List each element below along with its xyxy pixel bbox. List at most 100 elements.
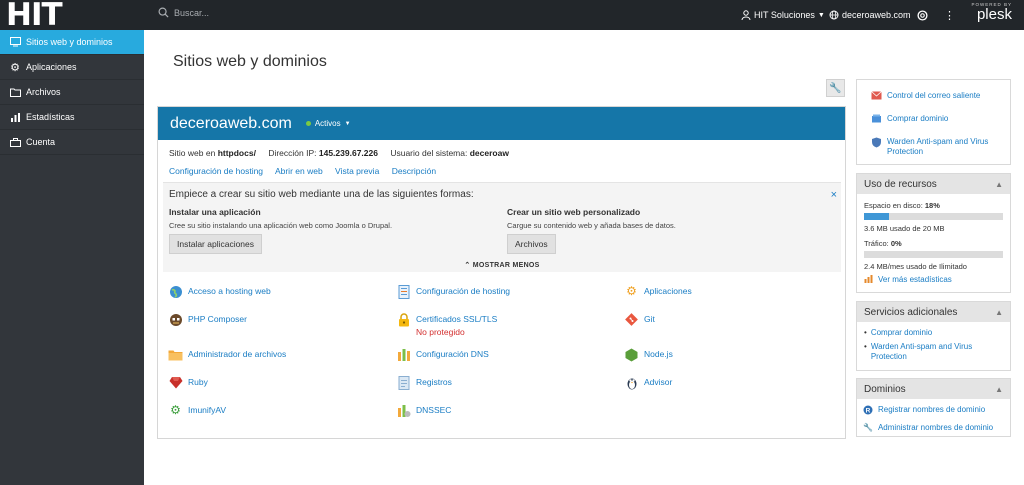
tool-git[interactable]: Git <box>624 312 655 327</box>
sidebar-item-applications[interactable]: ⚙ Aplicaciones <box>0 55 144 80</box>
domain-quick-links: Configuración de hosting Abrir en web Vi… <box>169 166 446 176</box>
customize-button[interactable]: 🔧 <box>826 79 845 97</box>
install-apps-button[interactable]: Instalar aplicaciones <box>169 234 263 254</box>
site-label: Sitio web en <box>169 148 216 158</box>
custom-site-option: Crear un sitio web personalizado Cargue … <box>507 207 676 254</box>
ip-value: 145.239.67.226 <box>318 148 378 158</box>
logs-icon <box>396 375 411 390</box>
manage-domains-link[interactable]: 🔧 Administrar nombres de dominio <box>863 423 1004 433</box>
quick-actions-panel: Control del correo saliente Comprar domi… <box>856 79 1011 165</box>
chevron-down-icon: ▼ <box>344 120 351 127</box>
search-icon <box>158 7 169 18</box>
domains-header[interactable]: Dominios ▲ <box>857 379 1010 399</box>
sidebar-item-files[interactable]: Archivos <box>0 80 144 105</box>
domain-card: deceroaweb.com Activos ▼ Sitio web en ht… <box>157 106 846 439</box>
sidebar-item-account[interactable]: Cuenta <box>0 130 144 155</box>
tool-logs[interactable]: Registros <box>396 375 452 390</box>
mail-icon <box>871 91 882 103</box>
status-label: Activos <box>314 119 341 128</box>
domains-title: Dominios <box>864 383 906 395</box>
tool-label: Acceso a hosting web <box>188 286 271 296</box>
search-box[interactable]: Buscar... <box>158 7 209 18</box>
warden-icon <box>871 137 882 151</box>
tool-advisor[interactable]: Advisor <box>624 375 672 390</box>
show-less-toggle[interactable]: ⌃ MOSTRAR MENOS <box>163 261 841 269</box>
domain-name[interactable]: deceroaweb.com <box>170 115 292 133</box>
service-warden-link[interactable]: Warden Anti-spam and Virus Protection <box>864 342 1003 362</box>
bar-chart-icon <box>864 275 873 286</box>
folder-icon <box>168 347 183 362</box>
help-button[interactable] <box>917 0 928 30</box>
dnssec-icon <box>396 403 411 418</box>
tool-label: Configuración de hosting <box>416 286 511 296</box>
files-button[interactable]: Archivos <box>507 234 556 254</box>
tool-hosting-settings[interactable]: Configuración de hosting <box>396 284 510 299</box>
tool-php-composer[interactable]: PHP Composer <box>168 312 247 327</box>
sidebar-item-statistics[interactable]: Estadísticas <box>0 105 144 130</box>
wrench-icon: 🔧 <box>863 423 873 432</box>
traffic-usage-bar <box>864 251 1003 258</box>
tool-label: PHP Composer <box>188 314 247 324</box>
sidebar: Sitios web y dominios ⚙ Aplicaciones Arc… <box>0 30 144 485</box>
tool-ruby[interactable]: Ruby <box>168 375 208 390</box>
tool-nodejs[interactable]: Node.js <box>624 347 673 362</box>
lock-icon <box>396 312 411 327</box>
get-started-title: Empiece a crear su sitio web mediante un… <box>169 189 474 200</box>
tool-text: Certificados SSL/TLS No protegido <box>416 312 497 337</box>
user-menu[interactable]: HIT Soluciones ▼ <box>741 0 825 30</box>
sidebar-item-label: Archivos <box>26 87 61 97</box>
shield-gear-icon: ⚙ <box>170 403 181 417</box>
dns-icon <box>396 347 411 362</box>
domain-menu[interactable]: deceroaweb.com <box>829 0 911 30</box>
ip-label: Dirección IP: <box>268 148 317 158</box>
user-name: HIT Soluciones <box>754 10 815 20</box>
close-icon[interactable]: × <box>831 189 837 201</box>
status-dropdown[interactable]: Activos ▼ <box>305 119 351 128</box>
description-link[interactable]: Descripción <box>392 166 436 176</box>
sidebar-item-label: Cuenta <box>26 137 56 147</box>
git-icon <box>624 312 639 327</box>
additional-services-header[interactable]: Servicios adicionales ▲ <box>857 302 1010 322</box>
sidebar-item-label: Estadísticas <box>26 112 75 122</box>
preview-link[interactable]: Vista previa <box>335 166 379 176</box>
status-dot-icon <box>305 121 311 126</box>
warden-link[interactable]: Warden Anti-spam and Virus Protection <box>871 137 1002 157</box>
buy-domain-link[interactable]: Comprar dominio <box>871 114 1002 126</box>
register-icon: R <box>863 405 873 418</box>
tool-label: ImunifyAV <box>188 405 227 415</box>
bar-chart-icon <box>9 112 21 122</box>
gear-icon: ⚙ <box>10 61 20 74</box>
disk-usage-bar <box>864 213 1003 220</box>
additional-services-panel: Servicios adicionales ▲ Comprar dominio … <box>856 301 1011 371</box>
logo[interactable]: HIT <box>0 0 144 32</box>
tool-dns-settings[interactable]: Configuración DNS <box>396 347 489 362</box>
tool-web-hosting-access[interactable]: Acceso a hosting web <box>168 284 271 299</box>
register-domains-link[interactable]: R Registrar nombres de dominio <box>863 405 1004 418</box>
tool-label: Git <box>644 314 655 324</box>
tool-label: Administrador de archivos <box>188 349 287 359</box>
plesk-brand: plesk <box>976 6 1012 23</box>
tool-file-manager[interactable]: Administrador de archivos <box>168 347 286 362</box>
additional-services-title: Servicios adicionales <box>864 306 958 318</box>
service-buy-domain-link[interactable]: Comprar dominio <box>864 328 1003 338</box>
tool-imunifyav[interactable]: ⚙ ImunifyAV <box>168 403 226 418</box>
sidebar-item-websites[interactable]: Sitios web y dominios <box>0 30 144 55</box>
more-options-icon[interactable]: ⋮ <box>944 0 955 30</box>
open-in-web-link[interactable]: Abrir en web <box>275 166 323 176</box>
tool-dnssec[interactable]: DNSSEC <box>396 403 451 418</box>
site-path-link[interactable]: httpdocs/ <box>218 148 256 158</box>
outgoing-mail-link[interactable]: Control del correo saliente <box>871 91 1002 103</box>
tool-applications[interactable]: ⚙ Aplicaciones <box>624 284 692 299</box>
chevron-down-icon: ▼ <box>817 11 825 19</box>
more-stats-link[interactable]: Ver más estadísticas <box>864 275 1003 286</box>
search-input[interactable]: Buscar... <box>174 8 209 18</box>
resource-usage-header[interactable]: Uso de recursos ▲ <box>857 174 1010 194</box>
tool-ssl-certificates[interactable]: Certificados SSL/TLS No protegido <box>396 312 497 337</box>
user-icon <box>741 10 751 20</box>
domains-list: R Registrar nombres de dominio 🔧 Adminis… <box>857 399 1010 433</box>
domain-header: deceroaweb.com Activos ▼ <box>158 107 845 140</box>
current-domain: deceroaweb.com <box>842 10 911 20</box>
tool-label: Node.js <box>644 349 673 359</box>
hosting-settings-link[interactable]: Configuración de hosting <box>169 166 263 176</box>
nodejs-icon <box>624 347 639 362</box>
